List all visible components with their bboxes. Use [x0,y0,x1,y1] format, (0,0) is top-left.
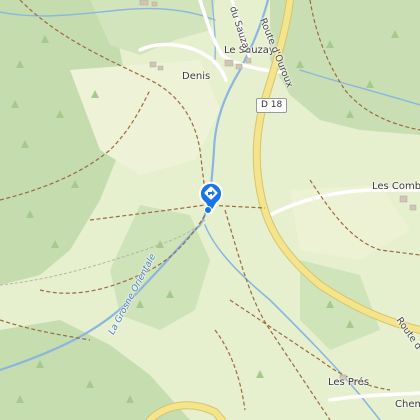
place-label-les-pres: Les Prés [328,377,370,388]
place-label-les-combes: Les Comb [372,181,420,192]
map-canvas[interactable]: Denis Le Sauzay Les Comb Les Prés Chem D… [0,0,420,420]
place-label-chemin: Chem [395,399,420,410]
road-shield-d18: D 18 [256,98,288,113]
marker-location-dot [204,206,212,214]
place-label-denis: Denis [182,71,211,82]
